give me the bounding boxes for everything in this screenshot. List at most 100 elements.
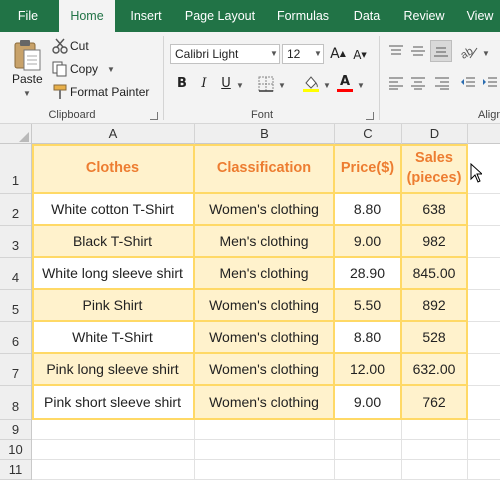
tab-data[interactable]: Data [346, 0, 388, 32]
row-header-9[interactable]: 9 [0, 420, 31, 440]
cell-price[interactable]: 8.80 [335, 194, 402, 226]
middle-align-icon[interactable] [410, 44, 426, 63]
header-cell-sales[interactable]: Sales (pieces) [402, 144, 468, 194]
cell-price[interactable]: 5.50 [335, 290, 402, 322]
cell-sales[interactable]: 892 [402, 290, 468, 322]
bottom-align-button[interactable] [430, 40, 452, 62]
empty-cell[interactable] [468, 322, 500, 354]
row-header-1[interactable]: 1 [0, 144, 31, 194]
empty-cell[interactable] [32, 440, 195, 460]
cell-classification[interactable]: Men's clothing [195, 226, 335, 258]
empty-cell[interactable] [468, 460, 500, 480]
format-painter-icon[interactable] [52, 84, 68, 105]
column-header-a[interactable]: A [32, 124, 195, 144]
empty-cell[interactable] [402, 440, 468, 460]
select-all-button[interactable] [0, 124, 32, 144]
cell-classification[interactable]: Men's clothing [195, 258, 335, 290]
cell-clothes[interactable]: White T-Shirt [32, 322, 195, 354]
empty-cell[interactable] [335, 460, 402, 480]
orientation-icon[interactable]: ab [459, 44, 478, 65]
empty-cell[interactable] [32, 420, 195, 440]
paste-label[interactable]: Paste [12, 72, 43, 86]
copy-button[interactable]: Copy [70, 62, 98, 76]
underline-button[interactable]: U [218, 76, 234, 92]
row-header-10[interactable]: 10 [0, 440, 31, 460]
tab-page-layout[interactable]: Page Layout [180, 0, 260, 32]
empty-cell[interactable] [468, 440, 500, 460]
empty-cell[interactable] [468, 226, 500, 258]
bold-button[interactable]: B [174, 76, 190, 92]
tab-home[interactable]: Home [59, 0, 115, 32]
header-cell-clothes[interactable]: Clothes [32, 144, 195, 194]
tab-review[interactable]: Review [398, 0, 450, 32]
decrease-indent-icon[interactable] [460, 76, 476, 95]
cell-sales[interactable]: 528 [402, 322, 468, 354]
increase-indent-icon[interactable] [482, 76, 498, 95]
header-cell-price[interactable]: Price($) [335, 144, 402, 194]
empty-cell[interactable] [402, 420, 468, 440]
tab-formulas[interactable]: Formulas [272, 0, 334, 32]
font-size-dropdown-icon[interactable]: ▼ [314, 49, 322, 58]
cell-price[interactable]: 12.00 [335, 354, 402, 386]
cell-sales[interactable]: 982 [402, 226, 468, 258]
cell-clothes[interactable]: Pink Shirt [32, 290, 195, 322]
empty-cell[interactable] [468, 258, 500, 290]
row-header-11[interactable]: 11 [0, 460, 31, 480]
borders-icon[interactable] [258, 76, 274, 97]
cell-classification[interactable]: Women's clothing [195, 386, 335, 420]
column-header-e[interactable] [468, 124, 500, 144]
tab-view[interactable]: View [460, 0, 500, 32]
cell-classification[interactable]: Women's clothing [195, 322, 335, 354]
copy-dropdown-icon[interactable]: ▼ [107, 65, 115, 74]
tab-insert[interactable]: Insert [124, 0, 168, 32]
row-header-5[interactable]: 5 [0, 290, 31, 322]
cell-price[interactable]: 8.80 [335, 322, 402, 354]
font-color-dropdown-icon[interactable]: ▼ [357, 81, 365, 90]
align-right-icon[interactable] [434, 76, 450, 95]
shrink-font-button[interactable]: A▼ [352, 47, 368, 63]
column-header-b[interactable]: B [195, 124, 335, 144]
align-center-icon[interactable] [410, 76, 426, 95]
cell-classification[interactable]: Women's clothing [195, 194, 335, 226]
cell-classification[interactable]: Women's clothing [195, 290, 335, 322]
cell-clothes[interactable]: Black T-Shirt [32, 226, 195, 258]
fill-color-icon[interactable] [302, 74, 320, 97]
row-header-6[interactable]: 6 [0, 322, 31, 354]
empty-cell[interactable] [468, 386, 500, 420]
clipboard-launcher-icon[interactable] [150, 112, 158, 120]
row-header-8[interactable]: 8 [0, 386, 31, 420]
paste-dropdown-icon[interactable]: ▼ [23, 89, 31, 98]
column-header-d[interactable]: D [402, 124, 468, 144]
empty-cell[interactable] [468, 420, 500, 440]
font-name-dropdown-icon[interactable]: ▼ [270, 49, 278, 58]
empty-cell[interactable] [195, 420, 335, 440]
top-align-icon[interactable] [388, 44, 404, 63]
empty-cell[interactable] [195, 440, 335, 460]
borders-dropdown-icon[interactable]: ▼ [278, 81, 286, 90]
cell-clothes[interactable]: White long sleeve shirt [32, 258, 195, 290]
cell-sales[interactable]: 845.00 [402, 258, 468, 290]
tab-file[interactable]: File [8, 0, 48, 32]
fill-color-dropdown-icon[interactable]: ▼ [323, 81, 331, 90]
empty-cell[interactable] [468, 354, 500, 386]
format-painter-button[interactable]: Format Painter [70, 85, 149, 99]
empty-cell[interactable] [468, 194, 500, 226]
cell-price[interactable]: 9.00 [335, 226, 402, 258]
cell-price[interactable]: 28.90 [335, 258, 402, 290]
cut-button[interactable]: Cut [70, 39, 89, 53]
cell-sales[interactable]: 632.00 [402, 354, 468, 386]
row-header-4[interactable]: 4 [0, 258, 31, 290]
empty-cell[interactable] [195, 460, 335, 480]
font-name-box[interactable]: Calibri Light [170, 44, 280, 64]
column-header-c[interactable]: C [335, 124, 402, 144]
empty-cell[interactable] [335, 440, 402, 460]
cell-clothes[interactable]: Pink short sleeve shirt [32, 386, 195, 420]
empty-cell[interactable] [402, 460, 468, 480]
cell-sales[interactable]: 638 [402, 194, 468, 226]
font-launcher-icon[interactable] [366, 112, 374, 120]
row-header-2[interactable]: 2 [0, 194, 31, 226]
cell-classification[interactable]: Women's clothing [195, 354, 335, 386]
cell-clothes[interactable]: White cotton T-Shirt [32, 194, 195, 226]
cut-icon[interactable] [52, 38, 68, 59]
cell-clothes[interactable]: Pink long sleeve shirt [32, 354, 195, 386]
